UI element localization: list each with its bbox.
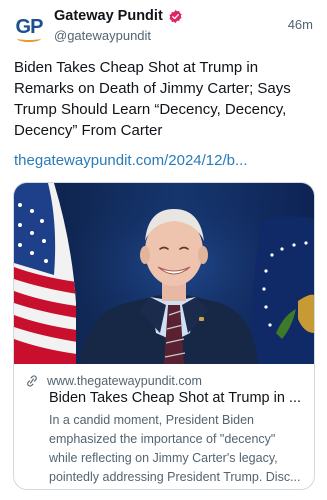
card-domain: www.thegatewaypundit.com	[47, 374, 202, 388]
link-icon	[27, 375, 37, 387]
card-title[interactable]: Biden Takes Cheap Shot at Trump in ...	[49, 390, 304, 406]
post-text: Biden Takes Cheap Shot at Trump in Remar…	[14, 59, 291, 139]
display-name[interactable]: Gateway Pundit	[54, 8, 163, 24]
author-name-row: Gateway Pundit	[54, 8, 183, 24]
timestamp[interactable]: 46m	[288, 17, 313, 32]
card-domain-row: www.thegatewaypundit.com	[25, 374, 202, 388]
handle[interactable]: @gatewaypundit	[54, 28, 151, 43]
post-link[interactable]: thegatewaypundit.com/2024/12/b...	[14, 150, 319, 171]
avatar-swoosh	[17, 35, 41, 42]
card-image[interactable]	[14, 183, 314, 364]
link-preview-card[interactable]: www.thegatewaypundit.com Biden Takes Che…	[13, 182, 315, 490]
avatar[interactable]: GP	[14, 12, 44, 42]
verified-badge-icon	[169, 9, 182, 23]
card-body[interactable]: www.thegatewaypundit.com Biden Takes Che…	[14, 364, 314, 489]
post[interactable]: GP Gateway Pundit @gatewaypundit 46m Bid…	[0, 0, 327, 500]
card-description: In a candid moment, President Biden emph…	[49, 413, 301, 484]
